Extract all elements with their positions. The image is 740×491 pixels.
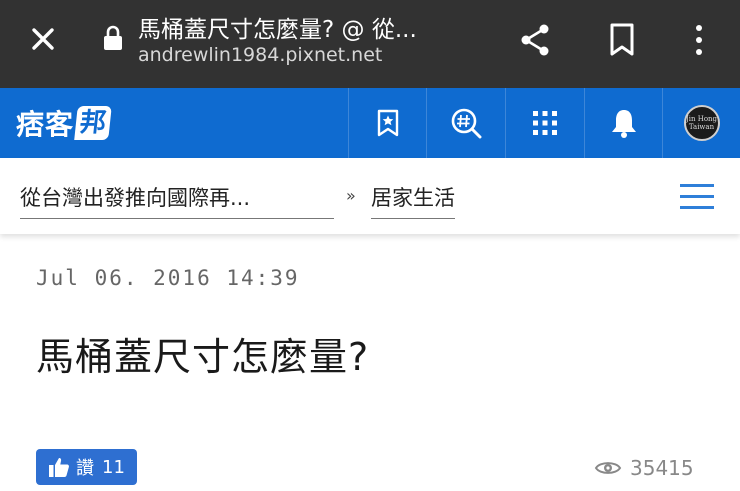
page-title[interactable]: 馬桶蓋尺寸怎麼量? @ 從... (138, 10, 488, 44)
bookmark-icon[interactable] (604, 20, 640, 60)
breadcrumb-blog-link[interactable]: 從台灣出發推向國際再... (20, 182, 334, 219)
hashtag-search-icon[interactable] (426, 88, 504, 158)
page-url[interactable]: andrewlin1984.pixnet.net (138, 44, 382, 66)
breadcrumb: 從台灣出發推向國際再... » 居家生活 (0, 158, 740, 234)
close-icon[interactable] (26, 22, 60, 56)
pixnet-logo[interactable]: 痞客 邦 (16, 100, 112, 146)
more-vert-icon[interactable] (684, 20, 714, 60)
hamburger-menu-icon[interactable] (680, 184, 716, 212)
avatar: Jin Hong Taiwan (683, 105, 720, 141)
view-counter: 35415 (594, 456, 694, 480)
user-avatar-button[interactable]: Jin Hong Taiwan (662, 88, 740, 158)
site-header: 痞客 邦 Jin Hong Taiwan (0, 88, 740, 158)
facebook-like-button[interactable]: 讚 11 (36, 449, 137, 485)
logo-text: 痞客 (16, 108, 75, 141)
eye-icon (594, 462, 622, 474)
like-count: 11 (102, 456, 125, 478)
avatar-text-bottom: Taiwan (688, 123, 715, 131)
bell-icon[interactable] (584, 88, 662, 158)
logo-badge: 邦 (74, 106, 112, 140)
thumbs-up-icon (49, 458, 69, 477)
breadcrumb-separator: » (346, 186, 356, 205)
avatar-text-top: Jin Hong (685, 115, 718, 123)
apps-grid-icon[interactable] (505, 88, 583, 158)
browser-toolbar: 馬桶蓋尺寸怎麼量? @ 從... andrewlin1984.pixnet.ne… (0, 0, 740, 88)
bookmark-star-icon[interactable] (348, 88, 426, 158)
lock-icon (103, 25, 123, 51)
breadcrumb-category-link[interactable]: 居家生活 (371, 182, 455, 219)
share-icon[interactable] (516, 20, 556, 60)
view-count: 35415 (630, 456, 694, 480)
post-title: 馬桶蓋尺寸怎麼量? (36, 335, 370, 379)
post-date: Jul 06. 2016 14:39 (36, 266, 300, 290)
like-label: 讚 (76, 458, 94, 479)
